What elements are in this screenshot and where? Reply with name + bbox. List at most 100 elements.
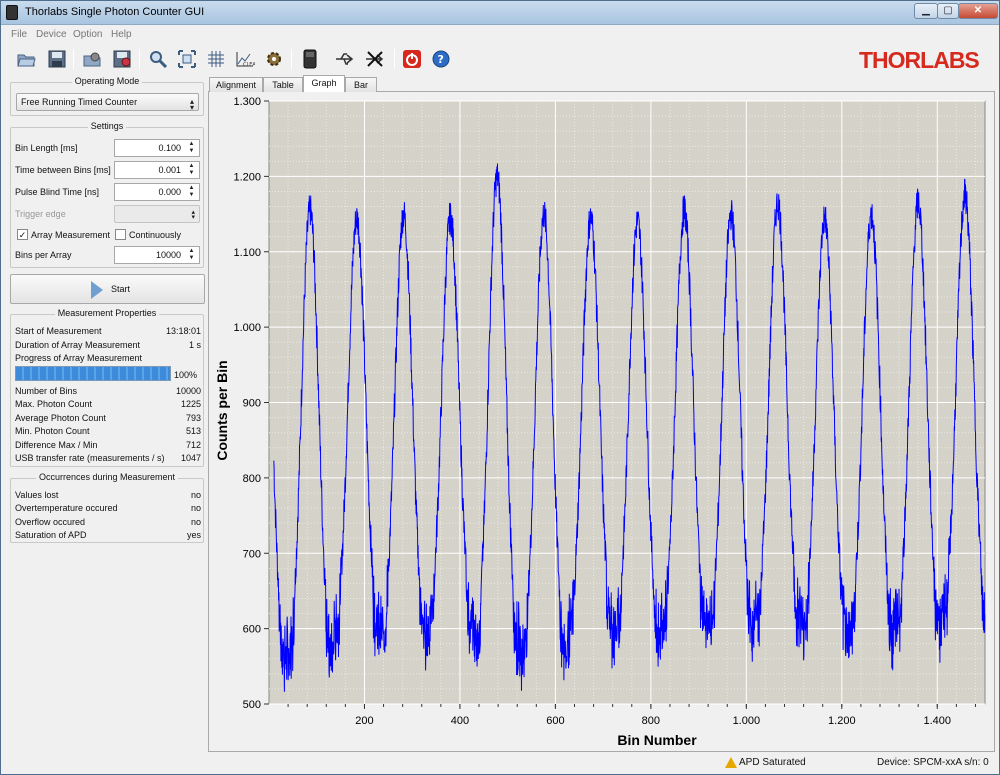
usb-connect-icon[interactable]: [334, 48, 356, 70]
occurrences-group: Occurrences during Measurement Values lo…: [10, 472, 204, 543]
max-photon-count-row: Max. Photon Count 1225: [15, 399, 201, 411]
difference-row: Difference Max / Min 712: [15, 440, 201, 452]
clear-graph-icon[interactable]: CLEAR: [234, 48, 256, 70]
zoom-icon[interactable]: [147, 48, 169, 70]
tab-graph[interactable]: Graph: [303, 75, 345, 92]
start-of-measurement-label: Start of Measurement: [15, 326, 102, 336]
status-device: Device: SPCM-xxA s/n: 0: [877, 757, 989, 768]
settings-group: Settings Bin Length [ms] 0.100 ▲ ▼ Time b…: [10, 121, 204, 268]
check-icon: ✓: [18, 230, 27, 240]
start-button[interactable]: Start: [10, 274, 205, 304]
pulse-blind-time-input[interactable]: 0.000 ▲ ▼: [114, 183, 200, 201]
time-between-bins-value: 0.001: [158, 165, 181, 175]
fit-view-icon[interactable]: [176, 48, 198, 70]
open-folder-icon[interactable]: [15, 48, 37, 70]
usb-disconnect-icon[interactable]: [364, 48, 386, 70]
array-measurement-label: Array Measurement: [31, 230, 111, 240]
menu-device[interactable]: Device: [36, 29, 67, 40]
average-photon-count-row: Average Photon Count 793: [15, 413, 201, 425]
min-photon-count-label: Min. Photon Count: [15, 426, 90, 436]
spin-down-icon[interactable]: ▼: [185, 255, 198, 262]
values-lost-row: Values lost no: [15, 490, 201, 502]
overflow-row: Overflow occured no: [15, 517, 201, 529]
status-bar: APD Saturated Device: SPCM-xxA s/n: 0: [1, 754, 999, 774]
title-bar[interactable]: Thorlabs Single Photon Counter GUI ▁ ▢ ✕: [1, 1, 999, 25]
bins-per-array-label: Bins per Array: [15, 250, 72, 260]
operating-mode-select[interactable]: Free Running Timed Counter ▴ ▾: [16, 93, 199, 112]
help-icon[interactable]: ?: [430, 48, 452, 70]
min-photon-count-row: Min. Photon Count 513: [15, 426, 201, 438]
progress-fill: [16, 367, 170, 380]
number-of-bins-label: Number of Bins: [15, 386, 78, 396]
overtemperature-row: Overtemperature occured no: [15, 503, 201, 515]
status-warning: APD Saturated: [739, 757, 806, 768]
overflow-label: Overflow occured: [15, 517, 86, 527]
bin-length-input[interactable]: 0.100 ▲ ▼: [114, 139, 200, 157]
bins-per-array-input[interactable]: 10000 ▲ ▼: [114, 246, 200, 264]
app-icon: [6, 5, 18, 20]
menu-option[interactable]: Option: [73, 29, 102, 40]
duration-row: Duration of Array Measurement 1 s: [15, 340, 201, 352]
chevron-updown-icon: ▴ ▾: [191, 209, 195, 221]
spin-up-icon[interactable]: ▲: [185, 185, 198, 192]
open-settings-icon[interactable]: [81, 48, 103, 70]
tab-bar[interactable]: Bar: [345, 77, 377, 92]
menu-file[interactable]: File: [11, 29, 27, 40]
spin-down-icon[interactable]: ▼: [185, 170, 198, 177]
trigger-edge-select[interactable]: ▴ ▾: [114, 205, 200, 223]
svg-text:CLEAR: CLEAR: [243, 62, 255, 68]
spin-up-icon[interactable]: ▲: [185, 141, 198, 148]
window-title: Thorlabs Single Photon Counter GUI: [25, 6, 205, 18]
time-between-bins-input[interactable]: 0.001 ▲ ▼: [114, 161, 200, 179]
operating-mode-group: Operating Mode Free Running Timed Counte…: [10, 76, 204, 116]
save-icon[interactable]: [46, 48, 68, 70]
close-button[interactable]: ✕: [958, 3, 998, 19]
x-tick-label: 400: [451, 715, 469, 727]
spin-down-icon[interactable]: ▼: [185, 192, 198, 199]
tab-alignment[interactable]: Alignment: [209, 77, 263, 92]
bins-per-array-value: 10000: [155, 250, 181, 260]
app-window: Thorlabs Single Photon Counter GUI ▁ ▢ ✕…: [0, 0, 1000, 775]
duration-value: 1 s: [188, 340, 201, 350]
maximize-button[interactable]: ▢: [937, 3, 959, 19]
x-tick-label: 1.400: [924, 715, 952, 727]
max-photon-count-value: 1225: [180, 399, 201, 409]
operating-mode-title: Operating Mode: [71, 76, 143, 86]
minimize-button[interactable]: ▁: [914, 3, 938, 19]
y-tick-label: 900: [243, 398, 261, 410]
number-of-bins-value: 10000: [175, 386, 201, 396]
difference-value: 712: [185, 440, 201, 450]
power-off-icon[interactable]: [401, 48, 423, 70]
play-icon: [91, 281, 103, 299]
menu-help[interactable]: Help: [111, 29, 132, 40]
occurrences-title: Occurrences during Measurement: [35, 472, 179, 482]
x-tick-label: 600: [546, 715, 564, 727]
y-tick-label: 1.300: [233, 96, 261, 108]
progress-bar: [15, 366, 171, 381]
usb-transfer-rate-row: USB transfer rate (measurements / s) 104…: [15, 453, 201, 465]
time-between-bins-label: Time between Bins [ms]: [15, 165, 111, 175]
photon-count-chart[interactable]: 500 600 700 800 900 1.000 1.100 1.200 1.300 200 40…: [208, 91, 995, 752]
y-tick-label: 1.000: [233, 322, 261, 334]
device-icon[interactable]: [299, 48, 321, 70]
progress-row: Progress of Array Measurement: [15, 353, 201, 365]
tab-table[interactable]: Table: [263, 77, 303, 92]
spin-down-icon[interactable]: ▼: [185, 148, 198, 155]
settings-gear-icon[interactable]: [263, 48, 285, 70]
pulse-blind-time-value: 0.000: [158, 187, 181, 197]
array-measurement-checkbox[interactable]: ✓: [17, 229, 28, 240]
continuously-checkbox[interactable]: [115, 229, 126, 240]
start-of-measurement-value: 13:18:01: [165, 326, 201, 336]
progress-label: Progress of Array Measurement: [15, 353, 143, 363]
spin-up-icon[interactable]: ▲: [185, 248, 198, 255]
spin-up-icon[interactable]: ▲: [185, 163, 198, 170]
saturation-label: Saturation of APD: [15, 530, 87, 540]
saturation-value: yes: [186, 530, 201, 540]
grid-icon[interactable]: [205, 48, 227, 70]
trigger-edge-label: Trigger edge: [15, 209, 66, 219]
max-photon-count-label: Max. Photon Count: [15, 399, 93, 409]
x-tick-label: 800: [642, 715, 660, 727]
number-of-bins-row: Number of Bins 10000: [15, 386, 201, 398]
save-settings-icon[interactable]: [111, 48, 133, 70]
y-tick-label: 1.100: [233, 247, 261, 259]
